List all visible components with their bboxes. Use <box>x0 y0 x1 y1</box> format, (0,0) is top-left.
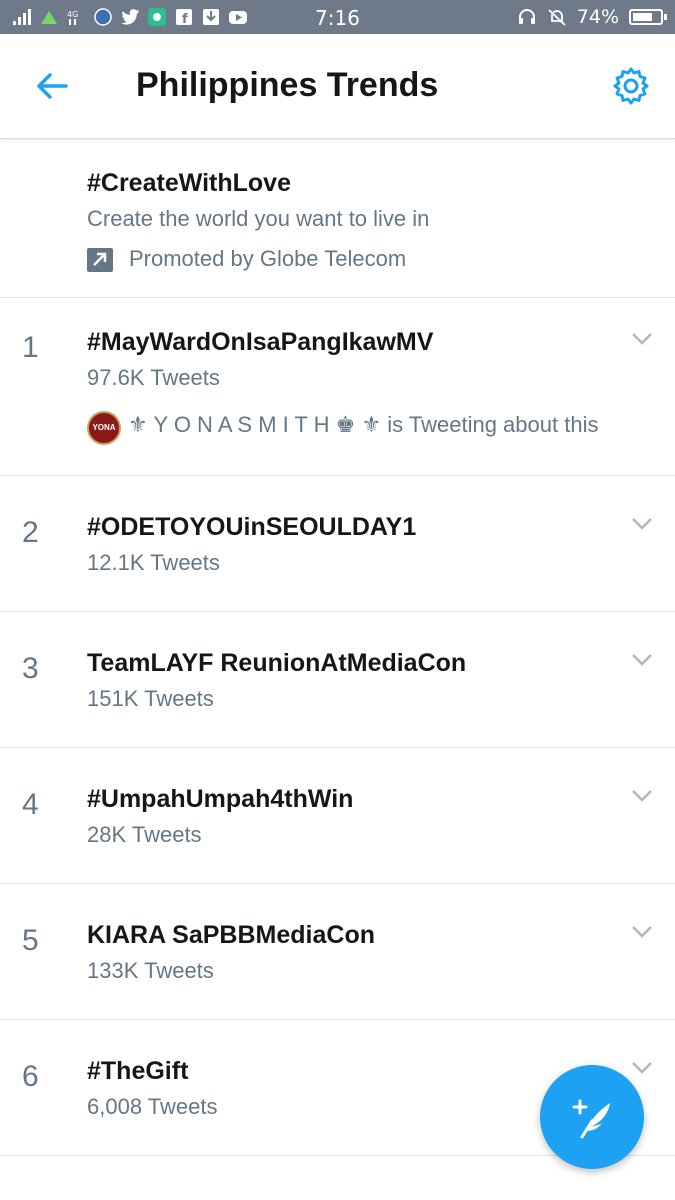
trend-item[interactable]: 1 #MayWardOnIsaPangIkawMV 97.6K Tweets Y… <box>0 298 675 476</box>
promoted-by-label: Promoted by Globe Telecom <box>129 246 407 271</box>
avatar[interactable]: YONA <box>87 411 121 445</box>
battery-percent: 74% <box>576 6 619 28</box>
trend-item[interactable]: 3 TeamLAYF ReunionAtMediaCon 151K Tweets <box>0 612 675 748</box>
trend-rank: 4 <box>22 788 39 821</box>
status-icons-right: 74% <box>517 5 667 29</box>
gear-icon[interactable] <box>609 64 653 108</box>
tweet-count: 6,008 Tweets <box>87 1094 218 1119</box>
trend-item[interactable]: 5 KIARA SaPBBMediaCon 133K Tweets <box>0 884 675 1020</box>
chevron-down-icon[interactable] <box>631 517 653 531</box>
trend-name: #TheGift <box>87 1057 189 1085</box>
headset-icon <box>518 9 535 24</box>
trend-rank: 5 <box>22 924 39 957</box>
chevron-down-icon[interactable] <box>631 332 653 346</box>
compose-tweet-icon <box>572 1099 610 1139</box>
tweet-count: 28K Tweets <box>87 822 202 847</box>
tweet-count: 151K Tweets <box>87 686 214 711</box>
trend-rank: 6 <box>22 1060 39 1093</box>
trend-name: KIARA SaPBBMediaCon <box>87 921 375 949</box>
battery-icon <box>629 9 667 25</box>
trend-name: #UmpahUmpah4thWin <box>87 785 354 813</box>
avatar-text: YONA <box>92 423 116 432</box>
chevron-down-icon[interactable] <box>631 925 653 939</box>
trend-item[interactable]: 4 #UmpahUmpah4thWin 28K Tweets <box>0 748 675 884</box>
promoted-description: Create the world you want to live in <box>87 206 430 231</box>
page-title: Philippines Trends <box>136 66 439 104</box>
app-header: Philippines Trends <box>0 34 675 139</box>
promoted-icon <box>87 248 113 272</box>
tweet-count: 97.6K Tweets <box>87 365 220 390</box>
tweet-count: 12.1K Tweets <box>87 550 220 575</box>
mute-icon <box>548 9 566 26</box>
trend-rank: 3 <box>22 652 39 685</box>
trends-list: #CreateWithLove Create the world you wan… <box>0 139 675 1156</box>
trend-name: #ODETOYOUinSEOULDAY1 <box>87 513 417 541</box>
trend-rank: 1 <box>22 331 39 364</box>
battery-fill <box>633 13 652 21</box>
status-bar: 4G f 7:16 74% <box>0 0 675 34</box>
back-arrow-icon[interactable] <box>30 64 74 108</box>
tweeting-about-context: ⚜ Y O N A S M I T H ♚ ⚜ is Tweeting abou… <box>128 412 599 437</box>
trend-name: #MayWardOnIsaPangIkawMV <box>87 328 434 356</box>
trend-rank: 2 <box>22 516 39 549</box>
promoted-trend-name: #CreateWithLove <box>87 169 291 197</box>
trend-item[interactable]: 2 #ODETOYOUinSEOULDAY1 12.1K Tweets <box>0 476 675 612</box>
chevron-down-icon[interactable] <box>631 653 653 667</box>
chevron-down-icon[interactable] <box>631 789 653 803</box>
compose-tweet-button[interactable] <box>540 1065 644 1169</box>
promoted-trend[interactable]: #CreateWithLove Create the world you wan… <box>0 139 675 298</box>
tweet-count: 133K Tweets <box>87 958 214 983</box>
trend-name: TeamLAYF ReunionAtMediaCon <box>87 649 467 677</box>
